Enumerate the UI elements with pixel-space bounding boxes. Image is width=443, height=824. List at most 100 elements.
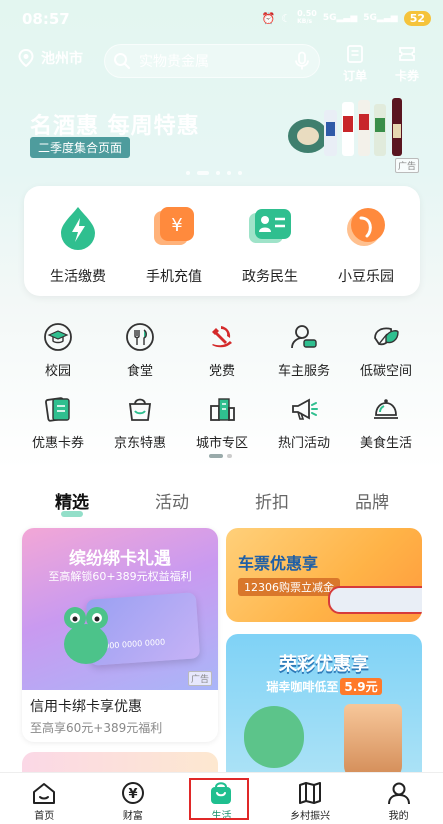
quick-service-government[interactable]: 政务民生 <box>224 186 316 296</box>
banner-subtitle: 二季度集合页面 <box>30 137 131 158</box>
home-icon <box>33 783 56 804</box>
feed-card-subtitle: 12306购票立减金 <box>238 578 340 596</box>
location-pin-icon <box>18 48 34 68</box>
wealth-yen-icon: ¥ <box>121 782 144 804</box>
grid-page-indicator <box>227 454 232 458</box>
ticket-icon <box>399 47 415 61</box>
ad-tag: 广告 <box>395 158 420 173</box>
grid-item-party-dues[interactable]: 党费 <box>182 322 262 394</box>
tab-discounts[interactable]: 折扣 <box>255 488 289 513</box>
network-speed: 0.50 KB/s <box>297 9 317 26</box>
search-icon <box>114 53 130 69</box>
price-badge: 5.9元 <box>340 678 382 695</box>
quick-service-mobile-topup[interactable]: ¥ 手机充值 <box>128 186 220 296</box>
signal-icon-1: 5G▂▃▅ <box>322 13 358 23</box>
party-emblem-icon <box>212 326 232 348</box>
service-grid: 校园 食堂 党费 车主服务 低碳空间 优惠卡券 京东特惠 城市专区 热门活动 美… <box>18 322 426 466</box>
liquor-bottles-image <box>288 98 402 156</box>
location-selector[interactable]: 池州市 <box>16 48 83 68</box>
pagination-dot <box>186 171 190 175</box>
microphone-icon[interactable] <box>293 51 311 71</box>
frog-mascot-image <box>64 607 108 664</box>
grid-page-indicator-active <box>209 454 223 458</box>
alarm-icon: ⏰ <box>261 11 276 25</box>
service-grid-row: 校园 食堂 党费 车主服务 低碳空间 <box>18 322 426 394</box>
search-bar[interactable]: 实物贵金属 <box>104 44 320 78</box>
feed-card-credit-card[interactable]: 缤纷绑卡礼遇 至高解锁60+389元权益福利 0000 0000 0000 广告… <box>22 528 218 742</box>
bean-icon <box>347 208 385 246</box>
banner-title: 名酒惠 每周特惠 <box>30 114 200 139</box>
bill-payment-icon <box>61 207 95 250</box>
grid-item-coupons[interactable]: 优惠卡券 <box>18 394 98 466</box>
nav-rural[interactable]: 乡村振兴 <box>266 773 355 824</box>
food-cloche-icon <box>374 399 398 419</box>
status-bar: 08:57 ⏰ ☾ 0.50 KB/s 5G▂▃▅ 5G▂▃▅ 52 <box>0 0 443 38</box>
grid-item-food-life[interactable]: 美食生活 <box>346 394 426 466</box>
search-placeholder: 实物贵金属 <box>139 54 209 70</box>
grid-pagination <box>209 454 232 458</box>
coffee-cup-image <box>344 704 402 780</box>
feed-card-title: 车票优惠享 <box>238 554 319 573</box>
signal-icon-2: 5G▂▃▅ <box>363 13 398 23</box>
life-bag-icon <box>211 782 232 804</box>
shopping-bag-icon <box>128 398 152 421</box>
feed-card-title: 荣彩优惠享 <box>279 654 369 675</box>
pagination-dot-active <box>197 171 209 175</box>
grid-item-canteen[interactable]: 食堂 <box>100 322 180 394</box>
feed-card-subtitle: 瑞幸咖啡低至 5.9元 <box>226 678 422 695</box>
tab-featured[interactable]: 精选 <box>55 488 89 517</box>
status-time: 08:57 <box>22 10 70 28</box>
feed-card-coffee[interactable]: 荣彩优惠享 瑞幸咖啡低至 5.9元 <box>226 634 422 784</box>
ad-tag: 广告 <box>187 671 212 686</box>
quick-service-bill-payment[interactable]: 生活缴费 <box>32 186 124 296</box>
user-icon <box>387 782 410 805</box>
mobile-topup-icon: ¥ <box>154 207 194 245</box>
nav-me[interactable]: 我的 <box>354 773 443 824</box>
tab-brands[interactable]: 品牌 <box>355 488 389 513</box>
orders-button[interactable]: 订单 <box>338 44 372 84</box>
grid-item-campus[interactable]: 校园 <box>18 322 98 394</box>
feed-card-subtitle: 至高享60元+389元福利 <box>30 721 163 735</box>
nav-life[interactable]: 生活 <box>177 773 266 824</box>
feed-card-title: 信用卡绑卡享优惠 <box>30 699 142 715</box>
svg-text:¥: ¥ <box>128 787 137 802</box>
orders-label: 订单 <box>342 69 367 83</box>
quick-service-bean-park[interactable]: 小豆乐园 <box>320 186 412 296</box>
promo-headline: 缤纷绑卡礼遇 <box>69 549 171 569</box>
coupons-label: 卡券 <box>394 69 419 83</box>
nav-wealth[interactable]: ¥ 财富 <box>89 773 178 824</box>
leaf-icon <box>374 327 399 346</box>
order-list-icon <box>347 45 363 63</box>
nav-home[interactable]: 首页 <box>0 773 89 824</box>
credit-card-promo-image: 缤纷绑卡礼遇 至高解锁60+389元权益福利 0000 0000 0000 广告 <box>22 528 218 690</box>
id-card-icon <box>249 209 291 243</box>
car-owner-icon <box>291 325 317 349</box>
city-buildings-icon <box>210 398 235 421</box>
frog-mascot-image <box>244 706 304 768</box>
coupons-button[interactable]: 卡券 <box>390 44 424 84</box>
coupon-icon <box>45 397 70 422</box>
grid-item-hot-events[interactable]: 热门活动 <box>264 394 344 466</box>
graduation-cap-icon <box>44 323 72 351</box>
pagination-dot <box>238 171 242 175</box>
quick-services-card: 生活缴费 ¥ 手机充值 政务民生 小豆乐园 <box>24 186 420 296</box>
grid-item-car-owner[interactable]: 车主服务 <box>264 322 344 394</box>
status-icons: ⏰ ☾ 0.50 KB/s 5G▂▃▅ 5G▂▃▅ 52 <box>262 10 431 26</box>
feed-tabs: 精选 活动 折扣 品牌 <box>22 488 422 517</box>
feed-card-train-ticket[interactable]: 车票优惠享 12306购票立减金 <box>226 528 422 622</box>
utensils-icon <box>126 323 154 351</box>
battery-icon: 52 <box>403 10 431 26</box>
grid-item-low-carbon[interactable]: 低碳空间 <box>346 322 426 394</box>
banner-pagination <box>186 171 242 175</box>
location-label: 池州市 <box>41 51 83 67</box>
pagination-dot <box>216 171 220 175</box>
bottom-navigation: 首页 ¥ 财富 生活 乡村振兴 我的 <box>0 772 443 824</box>
grid-item-jd-deals[interactable]: 京东特惠 <box>100 394 180 466</box>
tab-activities[interactable]: 活动 <box>155 488 189 513</box>
book-map-icon <box>299 782 322 804</box>
train-image <box>328 586 422 614</box>
pagination-dot <box>227 171 231 175</box>
megaphone-icon <box>292 398 318 420</box>
promo-subheadline: 至高解锁60+389元权益福利 <box>48 570 192 583</box>
svg-text:¥: ¥ <box>171 215 182 236</box>
